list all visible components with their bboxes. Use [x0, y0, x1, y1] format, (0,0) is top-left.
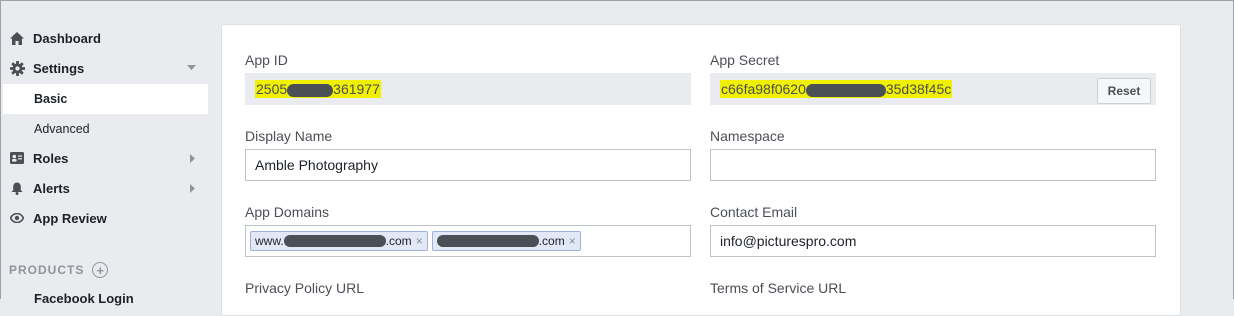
app-id-value: 2505 361977: [255, 80, 381, 98]
sidebar-subitem-label: Advanced: [34, 122, 90, 136]
domain-token-prefix: www.: [255, 234, 284, 248]
chevron-right-icon: [190, 143, 196, 173]
domain-token: www. .com ×: [250, 231, 428, 251]
app-id-field[interactable]: 2505 361977: [245, 73, 691, 105]
domain-token: .com ×: [431, 231, 581, 251]
privacy-policy-url-label: Privacy Policy URL: [245, 280, 365, 296]
sidebar-item-alerts[interactable]: Alerts: [1, 173, 208, 203]
contact-email-label: Contact Email: [710, 204, 798, 220]
plus-circle-icon[interactable]: +: [92, 262, 109, 278]
terms-of-service-url-label: Terms of Service URL: [710, 280, 847, 296]
sidebar-item-label: Roles: [33, 150, 69, 166]
redaction-mark: [436, 235, 539, 247]
app-secret-value: c66fa98f0620 35d38f45c: [720, 80, 953, 98]
sidebar: Dashboard Settings Basic Advanced Roles …: [1, 1, 208, 306]
namespace-label: Namespace: [710, 128, 785, 144]
contact-email-field[interactable]: info@picturespro.com: [710, 225, 1156, 257]
home-icon: [9, 30, 25, 46]
sidebar-item-dashboard[interactable]: Dashboard: [1, 23, 208, 53]
app-id-suffix: 361977: [333, 81, 380, 97]
namespace-field[interactable]: [710, 149, 1156, 181]
sidebar-item-label: Alerts: [33, 180, 70, 196]
app-id-prefix: 2505: [256, 81, 288, 97]
sidebar-item-app-review[interactable]: App Review: [1, 203, 208, 233]
settings-card: App ID 2505 361977 App Secret c66fa98f062…: [221, 24, 1181, 316]
domain-token-suffix: .com: [538, 234, 565, 248]
app-domains-label: App Domains: [245, 204, 330, 220]
redaction-mark: [805, 83, 886, 97]
sidebar-item-label: App Review: [33, 210, 107, 226]
chevron-right-icon: [190, 173, 196, 203]
display-name-label: Display Name: [245, 128, 333, 144]
sidebar-subitem-advanced[interactable]: Advanced: [3, 114, 208, 144]
chevron-down-icon: [187, 53, 196, 83]
sidebar-subitem-label: Basic: [34, 92, 68, 106]
redaction-mark: [283, 235, 386, 247]
app-secret-suffix: 35d38f45c: [885, 81, 952, 97]
contact-email-value: info@picturespro.com: [720, 233, 857, 249]
bell-icon: [9, 180, 25, 196]
app-id-label: App ID: [245, 52, 288, 68]
sidebar-item-label: Dashboard: [33, 30, 101, 46]
redaction-mark: [287, 83, 334, 97]
app-secret-prefix: c66fa98f0620: [721, 81, 806, 97]
sidebar-item-roles[interactable]: Roles: [1, 143, 208, 173]
gear-icon: [9, 60, 25, 76]
remove-token-icon[interactable]: ×: [416, 234, 423, 248]
sidebar-item-settings[interactable]: Settings: [1, 53, 208, 83]
id-card-icon: [9, 150, 25, 166]
display-name-field[interactable]: Amble Photography: [245, 149, 691, 181]
sidebar-subitem-basic[interactable]: Basic: [3, 84, 208, 114]
eye-icon: [9, 210, 25, 226]
products-heading-label: PRODUCTS: [9, 263, 85, 277]
app-domains-field[interactable]: www. .com × .com ×: [245, 225, 691, 257]
sidebar-item-label: Settings: [33, 60, 85, 76]
app-secret-field[interactable]: c66fa98f0620 35d38f45c Reset: [710, 73, 1156, 105]
remove-token-icon[interactable]: ×: [569, 234, 576, 248]
app-secret-label: App Secret: [710, 52, 780, 68]
domain-token-suffix: .com: [385, 234, 412, 248]
display-name-value: Amble Photography: [255, 157, 378, 173]
products-heading: PRODUCTS +: [9, 260, 109, 280]
reset-secret-button[interactable]: Reset: [1097, 78, 1151, 104]
